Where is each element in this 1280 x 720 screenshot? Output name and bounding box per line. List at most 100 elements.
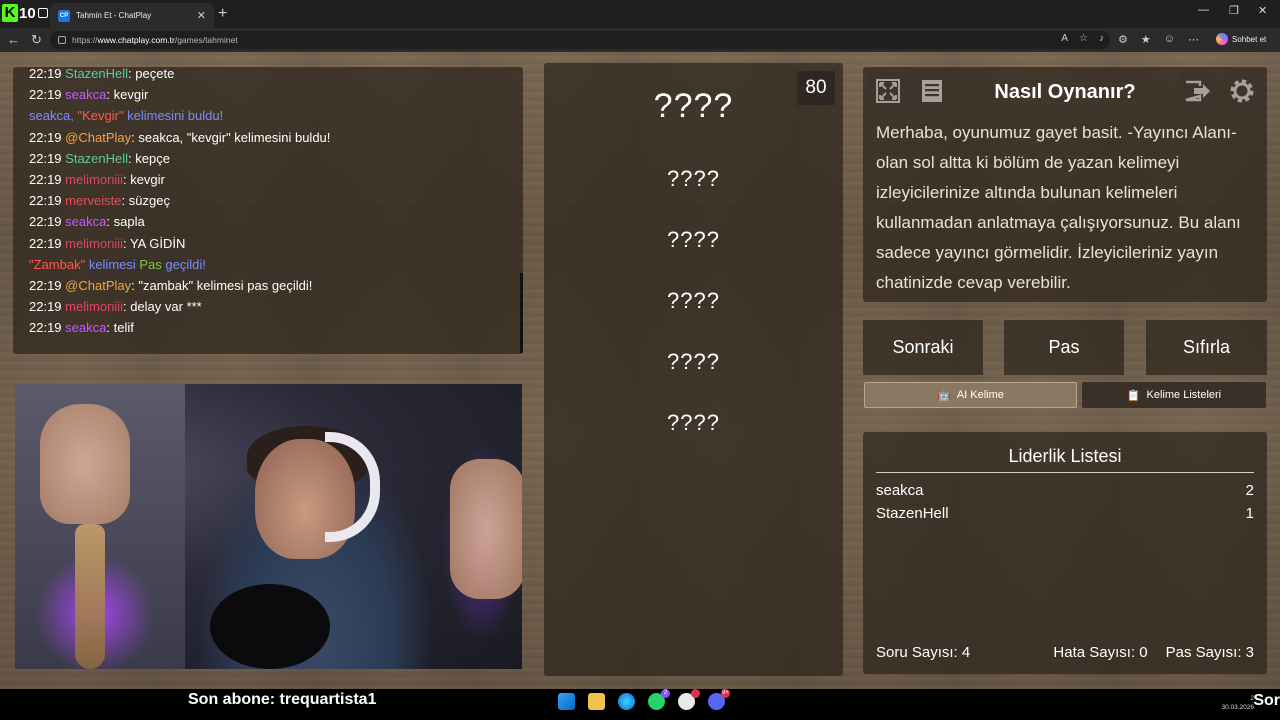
- leaderboard-panel: Liderlik Listesi seakca 2 StazenHell 1 S…: [863, 432, 1267, 674]
- kick-overlay-badge: K 10: [2, 3, 48, 23]
- leaderboard-row: StazenHell 1: [876, 505, 1254, 522]
- overlay-corner-text: Sor: [1253, 692, 1280, 709]
- robot-icon: 🤖: [937, 389, 951, 402]
- pass-count: Pas Sayısı: 3: [1165, 644, 1254, 661]
- favorite-star-icon[interactable]: ☆: [1079, 33, 1088, 44]
- leaderboard-title: Liderlik Listesi: [876, 446, 1254, 473]
- mute-icon[interactable]: ♪: [1099, 33, 1104, 44]
- chat-username: StazenHell: [65, 67, 129, 81]
- system-clock[interactable]: 2 30.03.2026: [1221, 694, 1254, 712]
- chat-username: melimoniii: [65, 172, 123, 188]
- guitar: [75, 524, 105, 669]
- forbidden-word: ????: [667, 349, 720, 374]
- favorites-icon[interactable]: ★: [1141, 33, 1151, 46]
- address-bar: ← ↻ https://www.chatplay.com.tr/games/ta…: [0, 28, 1280, 52]
- extensions-icon[interactable]: ⚙: [1118, 33, 1128, 46]
- chat-message: 22:19 StazenHell: kepçe: [29, 150, 170, 166]
- browser-toolbar: ⚙ ★ ☺ ⋯: [1118, 33, 1199, 46]
- reset-button[interactable]: Sıfırla: [1146, 320, 1267, 375]
- taskbar: Son abone: trequartista1 2 9+ 2 30.03.20…: [0, 689, 1280, 720]
- chat-panel: 22:19 StazenHell: peçete 22:19 seakca: k…: [13, 67, 523, 354]
- site-info-icon[interactable]: [58, 36, 66, 44]
- copilot-label: Sohbet et: [1232, 34, 1267, 44]
- leaderboard-row: seakca 2: [876, 482, 1254, 499]
- minimize-icon[interactable]: —: [1198, 4, 1209, 16]
- pass-button[interactable]: Pas: [1004, 320, 1124, 375]
- settings-button[interactable]: [1223, 72, 1260, 109]
- word-lists-button[interactable]: 📋 Kelime Listeleri: [1082, 382, 1266, 408]
- url-actions: A ☆ ♪: [1061, 33, 1104, 44]
- edge-browser-icon[interactable]: [618, 693, 635, 710]
- game-page: 22:19 StazenHell: peçete 22:19 seakca: k…: [0, 52, 1280, 689]
- url-text: https://www.chatplay.com.tr/games/tahmin…: [72, 35, 238, 45]
- new-tab-icon[interactable]: +: [218, 5, 227, 23]
- chat-username: StazenHell: [65, 150, 129, 166]
- clipboard-icon: 📋: [1126, 389, 1141, 402]
- error-count: Hata Sayısı: 0: [1053, 644, 1148, 661]
- current-word: ????: [653, 87, 734, 125]
- chat-message: 22:19 StazenHell: peçete: [29, 67, 175, 81]
- exit-button[interactable]: [1179, 72, 1216, 109]
- more-menu-icon[interactable]: ⋯: [1188, 33, 1199, 46]
- copilot-icon: [1216, 33, 1228, 45]
- back-icon[interactable]: ←: [7, 32, 20, 47]
- chat-username: seakca: [65, 87, 107, 103]
- chat-username: merveiste: [65, 193, 122, 209]
- webcam-feed: [15, 384, 522, 669]
- chat-username: seakca: [65, 214, 107, 230]
- word-board: 80 ???? ???? ???? ???? ???? ????: [544, 63, 843, 676]
- read-aloud-icon[interactable]: A: [1061, 33, 1068, 44]
- chat-username: melimoniii: [65, 299, 123, 315]
- chat-message: 22:19 seakca: telif: [29, 320, 134, 336]
- exit-arrow-icon: [1185, 80, 1210, 101]
- forbidden-word: ????: [667, 227, 720, 252]
- taskbar-apps: 2 9+: [558, 689, 730, 710]
- tab-tahmin-et[interactable]: CP Tahmin Et - ChatPlay ✕: [50, 3, 214, 28]
- window-close-icon[interactable]: ✕: [1258, 4, 1267, 17]
- chatplay-favicon-icon: CP: [58, 9, 70, 22]
- forbidden-word: ????: [667, 288, 720, 313]
- chat-message: 22:19 merveiste: süzgeç: [29, 193, 170, 209]
- forbidden-word: ????: [667, 410, 720, 435]
- chrome-icon[interactable]: [678, 689, 700, 710]
- chat-scrollbar[interactable]: [520, 273, 523, 353]
- chat-message: 22:19 @ChatPlay: seakca, "kevgir" kelime…: [29, 129, 331, 145]
- discord-icon[interactable]: 9+: [708, 689, 730, 710]
- last-subscriber-text: Son abone: trequartista1: [188, 691, 377, 708]
- file-explorer-icon[interactable]: [588, 693, 605, 710]
- refresh-icon[interactable]: ↻: [31, 32, 42, 48]
- chat-message: 22:19 seakca: kevgir: [29, 87, 149, 103]
- chat-message: 22:19 seakca: sapla: [29, 214, 145, 230]
- chat-message: 22:19 melimoniii: YA GİDİN: [29, 235, 186, 251]
- tab-title: Tahmin Et - ChatPlay: [76, 11, 152, 20]
- profile-icon[interactable]: ☺: [1164, 33, 1175, 46]
- gear-icon: [1230, 79, 1253, 102]
- kick-logo-icon: K: [2, 4, 18, 22]
- ai-word-button[interactable]: 🤖 AI Kelime: [864, 382, 1077, 408]
- forbidden-word: ????: [667, 166, 720, 191]
- url-field[interactable]: https://www.chatplay.com.tr/games/tahmin…: [50, 31, 1110, 49]
- chat-system-message: seakca, "Kevgir" kelimesini buldu!: [29, 108, 224, 124]
- how-to-play-text: Merhaba, oyunumuz gayet basit. -Yayıncı …: [876, 123, 1241, 292]
- chat-system-message: "Zambak" kelimesi Pas geçildi!: [29, 256, 206, 272]
- question-count: Soru Sayısı: 4: [876, 644, 971, 661]
- microphone: [210, 584, 330, 669]
- tab-close-icon[interactable]: ✕: [197, 9, 206, 22]
- maximize-icon[interactable]: ❐: [1229, 4, 1239, 17]
- overlay-counter: 10: [19, 4, 36, 22]
- browser-tab-bar: K 10 CP Tahmin Et - ChatPlay ✕ + — ❐ ✕: [0, 0, 1280, 28]
- chat-username: @ChatPlay: [65, 129, 132, 145]
- chat-username: @ChatPlay: [65, 278, 132, 294]
- chat-username: seakca: [65, 320, 107, 336]
- next-button[interactable]: Sonraki: [863, 320, 983, 375]
- whatsapp-icon[interactable]: 2: [648, 689, 670, 710]
- windows-start-icon[interactable]: [558, 693, 575, 710]
- copilot-button[interactable]: Sohbet et: [1216, 33, 1266, 45]
- chat-username: melimoniii: [65, 235, 123, 251]
- chat-message: 22:19 melimoniii: delay var ***: [29, 299, 202, 315]
- chat-message: 22:19 melimoniii: kevgir: [29, 172, 165, 188]
- game-stats: Soru Sayısı: 4 Hata Sayısı: 0 Pas Sayısı…: [876, 644, 1254, 661]
- how-to-play-panel: Nasıl Oynanır? Merhaba, oyunumuz gayet b…: [863, 67, 1267, 302]
- chat-message: 22:19 @ChatPlay: "zambak" kelimesi pas g…: [29, 278, 313, 294]
- overlay-square-icon: [37, 8, 48, 18]
